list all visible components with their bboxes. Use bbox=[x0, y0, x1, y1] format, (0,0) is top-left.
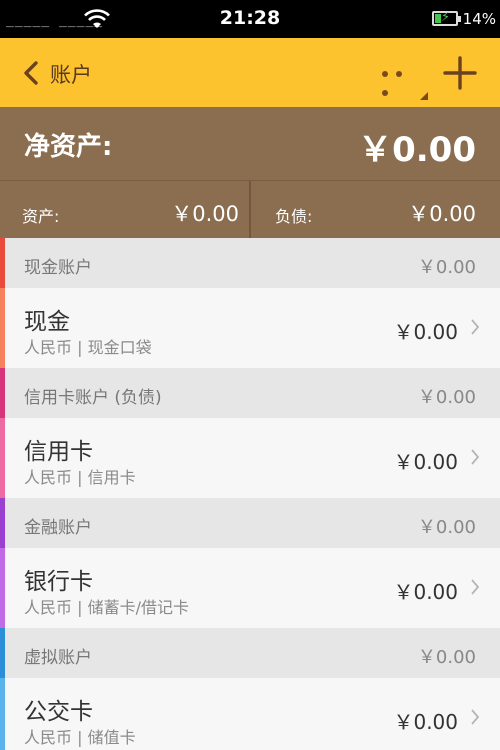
section-amount: ￥0.00 bbox=[417, 257, 476, 278]
account-name: 银行卡 bbox=[24, 569, 93, 595]
dot-icon bbox=[382, 71, 388, 77]
section-title: 信用卡账户 (负债) bbox=[24, 388, 162, 408]
chevron-right-icon bbox=[471, 579, 480, 595]
assets-value: ￥0.00 bbox=[171, 202, 239, 226]
account-row-credit-card[interactable]: 信用卡 人民币 | 信用卡 ￥0.00 bbox=[0, 418, 500, 498]
account-color-bar bbox=[0, 418, 5, 498]
account-row-transit-card[interactable]: 公交卡 人民币 | 储值卡 ￥0.00 bbox=[0, 678, 500, 750]
account-subtitle: 人民币 | 信用卡 bbox=[24, 468, 136, 487]
section-credit-accounts: 信用卡账户 (负债) ￥0.00 bbox=[0, 368, 500, 418]
status-bar: _____ _____ 21:28 ⚡ 14% bbox=[0, 0, 500, 38]
section-color-bar bbox=[0, 368, 5, 418]
section-title: 金融账户 bbox=[24, 518, 92, 538]
assets-cell: 资产: ￥0.00 bbox=[0, 181, 249, 238]
assets-label: 资产: bbox=[22, 207, 60, 226]
net-worth-panel: 净资产: ￥0.00 bbox=[0, 107, 500, 180]
assets-liabilities-summary: 资产: ￥0.00 负债: ￥0.00 bbox=[0, 180, 500, 238]
account-subtitle: 人民币 | 储蓄卡/借记卡 bbox=[24, 598, 189, 617]
account-amount: ￥0.00 bbox=[393, 710, 458, 734]
page-title: 账户 bbox=[50, 63, 92, 87]
add-icon[interactable] bbox=[443, 56, 477, 90]
dot-icon bbox=[396, 71, 402, 77]
account-name: 公交卡 bbox=[24, 699, 93, 725]
account-name: 现金 bbox=[24, 309, 70, 335]
section-amount: ￥0.00 bbox=[417, 387, 476, 408]
chevron-right-icon bbox=[471, 449, 480, 465]
account-list: 现金账户 ￥0.00 现金 人民币 | 现金口袋 ￥0.00 信用卡账户 (负债… bbox=[0, 238, 500, 750]
liabilities-cell: 负债: ￥0.00 bbox=[249, 181, 500, 238]
section-cash-accounts: 现金账户 ￥0.00 bbox=[0, 238, 500, 288]
battery-percent: 14% bbox=[462, 10, 496, 28]
account-color-bar bbox=[0, 548, 5, 628]
account-subtitle: 人民币 | 现金口袋 bbox=[24, 338, 152, 357]
account-amount: ￥0.00 bbox=[393, 450, 458, 474]
section-title: 虚拟账户 bbox=[24, 648, 92, 668]
chevron-right-icon bbox=[471, 319, 480, 335]
section-title: 现金账户 bbox=[24, 258, 92, 278]
liabilities-label: 负债: bbox=[275, 207, 313, 226]
section-color-bar bbox=[0, 628, 5, 678]
net-worth-value: ￥0.00 bbox=[358, 130, 476, 170]
section-color-bar bbox=[0, 238, 5, 288]
battery-icon: ⚡ bbox=[432, 10, 461, 26]
section-virtual-accounts: 虚拟账户 ￥0.00 bbox=[0, 628, 500, 678]
account-row-bank-card[interactable]: 银行卡 人民币 | 储蓄卡/借记卡 ￥0.00 bbox=[0, 548, 500, 628]
back-arrow-icon[interactable] bbox=[22, 60, 40, 86]
more-menu-button[interactable] bbox=[378, 62, 428, 100]
app-bar: 账户 bbox=[0, 38, 500, 107]
account-name: 信用卡 bbox=[24, 439, 93, 465]
net-worth-label: 净资产: bbox=[24, 132, 113, 162]
clock: 21:28 bbox=[219, 7, 281, 29]
section-amount: ￥0.00 bbox=[417, 647, 476, 668]
account-amount: ￥0.00 bbox=[393, 580, 458, 604]
section-financial-accounts: 金融账户 ￥0.00 bbox=[0, 498, 500, 548]
account-amount: ￥0.00 bbox=[393, 320, 458, 344]
account-color-bar bbox=[0, 288, 5, 368]
chevron-right-icon bbox=[471, 709, 480, 725]
liabilities-value: ￥0.00 bbox=[408, 202, 476, 226]
dot-icon bbox=[382, 90, 388, 96]
account-subtitle: 人民币 | 储值卡 bbox=[24, 728, 136, 747]
section-amount: ￥0.00 bbox=[417, 517, 476, 538]
section-color-bar bbox=[0, 498, 5, 548]
account-color-bar bbox=[0, 678, 5, 750]
account-row-cash[interactable]: 现金 人民币 | 现金口袋 ￥0.00 bbox=[0, 288, 500, 368]
